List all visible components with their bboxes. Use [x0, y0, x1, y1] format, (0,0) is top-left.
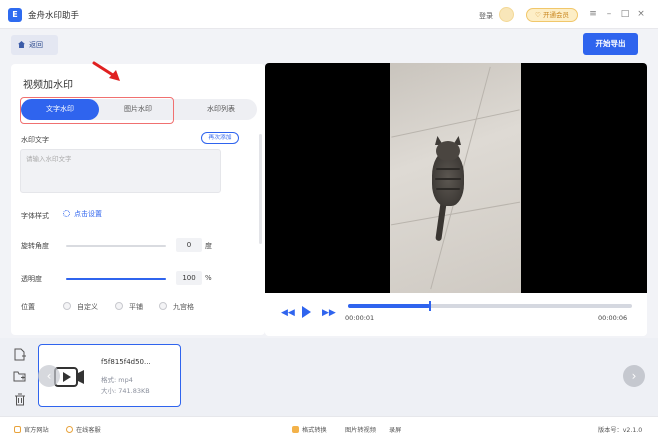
maximize-icon[interactable]: □ [619, 8, 631, 20]
rotation-input[interactable]: 0 [176, 238, 202, 252]
total-time: 00:00:06 [598, 314, 628, 322]
video-player[interactable] [265, 63, 647, 293]
radio-tile-label: 平铺 [129, 303, 143, 311]
current-time: 00:00:01 [345, 314, 375, 322]
rotation-slider[interactable] [66, 245, 166, 247]
file-list-strip: f5f815f4d50... 格式: mp4 大小: 741.83KB ‹ › [0, 338, 658, 416]
rotation-unit: 度 [205, 242, 212, 250]
progress-handle[interactable] [429, 301, 432, 311]
file-format: 格式: mp4 [101, 376, 133, 384]
delete-icon[interactable] [13, 393, 27, 406]
radio-grid[interactable] [159, 302, 167, 310]
format-convert-link[interactable]: 格式转换 [292, 425, 327, 434]
radio-custom[interactable] [63, 302, 71, 310]
login-link[interactable]: 登录 [479, 11, 493, 21]
official-site-label: 官方网站 [24, 427, 49, 434]
gear-icon [63, 210, 70, 217]
back-label: 返回 [29, 41, 43, 49]
opacity-input[interactable]: 100 [176, 271, 202, 285]
screen-record-link[interactable]: 录屏 [389, 425, 401, 434]
version-label: 版本号：v2.1.0 [598, 427, 643, 434]
vip-button[interactable]: ♡ 开通会员 [526, 8, 578, 22]
radio-grid-label: 九宫格 [173, 303, 194, 311]
toolbar: 返回 开始导出 [0, 29, 658, 61]
opacity-slider-fill [66, 278, 166, 280]
menu-icon[interactable]: ≡ [587, 8, 599, 20]
highlight-box [20, 97, 174, 124]
title-bar: E 金舟水印助手 登录 ♡ 开通会员 ≡ – □ × [0, 0, 658, 29]
watermark-settings-panel: 视频加水印 文字水印 图片水印 水印列表 水印文字 再次添加 请输入水印文字 字… [11, 64, 265, 335]
vip-label: 开通会员 [542, 11, 569, 19]
add-file-icon[interactable] [13, 348, 27, 361]
image-to-video-link[interactable]: 图片转视频 [345, 425, 376, 434]
prev-arrow-icon[interactable]: ‹ [38, 365, 60, 387]
avatar[interactable] [499, 7, 514, 22]
font-settings-label: 点击设置 [74, 210, 102, 218]
opacity-label: 透明度 [21, 275, 42, 283]
font-style-label: 字体样式 [21, 212, 49, 220]
format-convert-label: 格式转换 [302, 427, 327, 434]
panel-scrollbar[interactable] [259, 134, 262, 244]
customer-service-label: 在线客服 [76, 427, 101, 434]
app-title: 金舟水印助手 [28, 11, 80, 21]
red-arrow-annotation [92, 61, 120, 81]
add-folder-icon[interactable] [13, 370, 27, 383]
rewind-icon[interactable]: ◀◀ [281, 307, 295, 319]
opacity-unit: % [205, 274, 212, 282]
radio-custom-label: 自定义 [77, 303, 98, 311]
video-frame [390, 63, 521, 293]
file-size: 大小: 741.83KB [101, 387, 150, 395]
monitor-icon [14, 426, 21, 433]
readd-button[interactable]: 再次添加 [201, 132, 239, 144]
minimize-icon[interactable]: – [603, 8, 615, 20]
status-bar: 官方网站 在线客服 格式转换 图片转视频 录屏 版本号：v2.1.0 [0, 416, 658, 441]
fast-forward-icon[interactable]: ▶▶ [322, 307, 336, 319]
headset-icon [66, 426, 73, 433]
cat-head [436, 141, 460, 161]
rotation-label: 旋转角度 [21, 242, 49, 250]
progress-fill [348, 304, 431, 308]
radio-tile[interactable] [115, 302, 123, 310]
panel-title: 视频加水印 [23, 80, 73, 91]
watermark-text-input[interactable]: 请输入水印文字 [20, 149, 221, 193]
font-settings-link[interactable]: 点击设置 [63, 209, 102, 219]
tools-icon [292, 426, 299, 433]
export-button[interactable]: 开始导出 [583, 33, 638, 55]
close-icon[interactable]: × [635, 8, 647, 20]
app-logo-icon: E [8, 8, 22, 22]
next-arrow-icon[interactable]: › [623, 365, 645, 387]
home-icon [18, 41, 25, 48]
position-label: 位置 [21, 303, 35, 311]
tab-watermark-list[interactable]: 水印列表 [186, 99, 256, 120]
watermark-text-label: 水印文字 [21, 136, 49, 144]
back-button[interactable]: 返回 [11, 35, 58, 55]
official-site-link[interactable]: 官方网站 [14, 425, 49, 434]
player-controls: ◀◀ ▶▶ 00:00:01 00:00:06 [265, 293, 647, 336]
play-icon[interactable] [302, 306, 311, 318]
customer-service-link[interactable]: 在线客服 [66, 425, 101, 434]
file-name: f5f815f4d50... [101, 358, 151, 366]
video-preview-panel: ◀◀ ▶▶ 00:00:01 00:00:06 [265, 63, 647, 336]
